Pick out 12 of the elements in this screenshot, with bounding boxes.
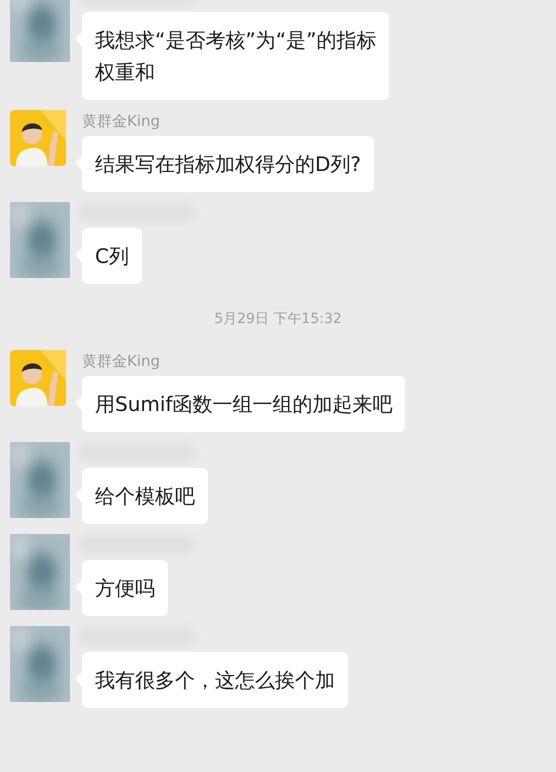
sender-name: 黄群金King <box>82 111 160 132</box>
avatar[interactable] <box>10 110 66 166</box>
message-bubble: C列 <box>82 228 142 284</box>
message-bubble: 我有很多个，这怎么挨个加 <box>82 652 348 708</box>
message-bubble: 结果写在指标加权得分的D列? <box>82 136 374 192</box>
message-bubble: 给个模板吧 <box>82 468 208 524</box>
message-bubble: 用Sumif函数一组一组的加起来吧 <box>82 376 406 432</box>
message-bubble: 方便吗 <box>82 560 168 616</box>
message-bubble: 我想求“是否考核”为“是”的指标 权重和 <box>82 12 390 100</box>
sender-name: 黄群金King <box>82 351 160 372</box>
timestamp: 5月29日 下午15:32 <box>214 310 342 328</box>
avatar[interactable] <box>10 350 66 406</box>
